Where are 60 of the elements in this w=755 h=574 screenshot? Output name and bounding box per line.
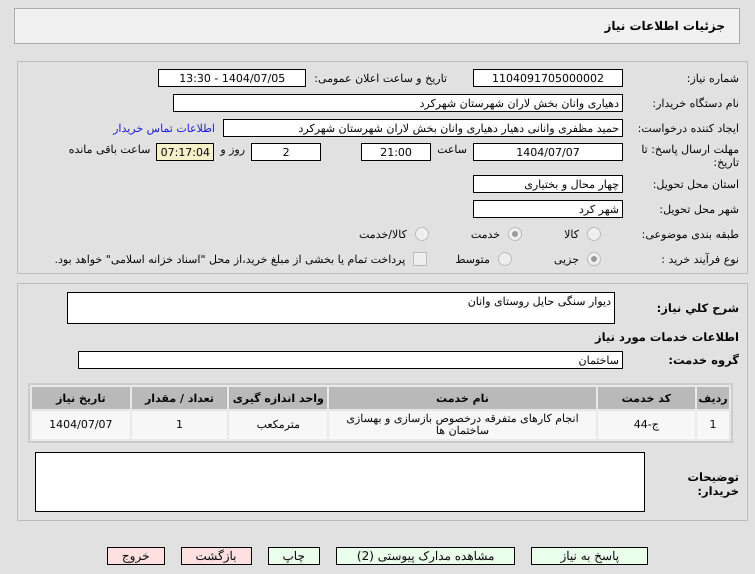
table-cell: ج-44 (598, 411, 696, 439)
field-label: ایجاد کننده درخواست: (636, 122, 739, 134)
deadline-date-field[interactable]: 1404/07/07 (473, 143, 623, 161)
buyer-notes-textarea[interactable] (35, 452, 645, 512)
need-number-field[interactable]: 1104091705000002 (473, 69, 623, 87)
column-header: تاریخ نیاز (32, 387, 130, 409)
checkbox-label: پرداخت تمام یا بخشی از مبلغ خرید،از محل "اسناد خزانه اسلامی" خواهد بود. (54, 252, 406, 266)
buyer-contact-link[interactable]: اطلاعات تماس خریدار (113, 122, 215, 134)
field-label: نوع فرآیند خرید : (660, 252, 739, 266)
radio-label: کالا (564, 228, 579, 240)
table-cell: مترمکعب (229, 411, 328, 439)
column-header: کد خدمت (598, 387, 696, 409)
field-label: طبقه بندی موضوعی: (640, 228, 739, 240)
days-field[interactable]: 2 (251, 143, 322, 161)
radio-button[interactable] (587, 227, 601, 241)
buyer-org-field[interactable]: دهیاری وانان بخش لاران شهرستان شهرکرد (173, 94, 623, 112)
checkbox[interactable] (413, 252, 428, 266)
requester-field[interactable]: حمید مظفری وانانی دهیار دهیاری وانان بخش لاران شهرستان شهرکرد (223, 119, 623, 137)
radio-button[interactable] (587, 252, 601, 266)
table-cell: 1 (697, 411, 729, 439)
remaining-time-field[interactable]: 07:17:04 (156, 143, 214, 161)
field-label: گروه خدمت: (667, 353, 739, 367)
field-label: روز و (220, 143, 246, 156)
table-cell: 1 (132, 411, 228, 439)
field-label: شرح کلي نياز: (656, 301, 739, 315)
description-textarea[interactable]: دیوار سنگی حایل روستای وانان (67, 292, 615, 324)
radio-label: خدمت (470, 228, 500, 240)
column-header: تعداد / مقدار (132, 387, 228, 409)
service-group-field[interactable]: ساختمان (78, 351, 623, 369)
table-cell: 1404/07/07 (32, 411, 130, 439)
page-title: جزئیات اطلاعات نیاز (604, 19, 725, 33)
action-button[interactable]: مشاهده مدارک پیوستی (2) (336, 547, 516, 565)
action-button[interactable]: چاپ (268, 547, 320, 565)
radio-button[interactable] (498, 252, 512, 266)
column-header: واحد اندازه گیری (229, 387, 328, 409)
field-label: توضیحات خریدار: (686, 470, 739, 498)
field-label: شهر محل تحویل: (658, 202, 739, 216)
field-label: شماره نیاز: (686, 72, 739, 84)
radio-label: کالا/خدمت (359, 228, 407, 240)
field-label: ساعت باقی مانده (68, 143, 150, 156)
field-label: مهلت ارسال پاسخ: تا تاریخ: (640, 143, 739, 169)
column-header: ردیف (697, 387, 729, 409)
column-header: نام خدمت (329, 387, 596, 409)
deadline-time-field[interactable]: 21:00 (361, 143, 432, 161)
city-field[interactable]: شهر کرد (473, 200, 623, 218)
action-button[interactable]: پاسخ به نیاز (531, 547, 648, 565)
radio-label: جزیی (554, 252, 579, 266)
announce-date-field[interactable]: 1404/07/05 - 13:30 (158, 69, 306, 87)
field-label: استان محل تحویل: (652, 178, 739, 190)
radio-button[interactable] (414, 227, 429, 241)
field-label: ساعت (437, 143, 467, 156)
action-button[interactable]: بازگشت (180, 547, 252, 565)
province-field[interactable]: چهار محال و بختیاری (473, 175, 623, 193)
field-label: نام دستگاه خریدار: (651, 96, 739, 110)
table-cell: انجام کارهای متفرقه درخصوص بازسازی و بهسازی ساختمان ها (329, 411, 596, 439)
radio-label: متوسط (455, 252, 490, 266)
section-title: اطلاعات خدمات مورد نیاز (595, 330, 739, 344)
field-label: تاریخ و ساعت اعلان عمومی: (314, 72, 447, 84)
radio-button[interactable] (508, 227, 522, 241)
action-button[interactable]: خروج (106, 547, 164, 565)
